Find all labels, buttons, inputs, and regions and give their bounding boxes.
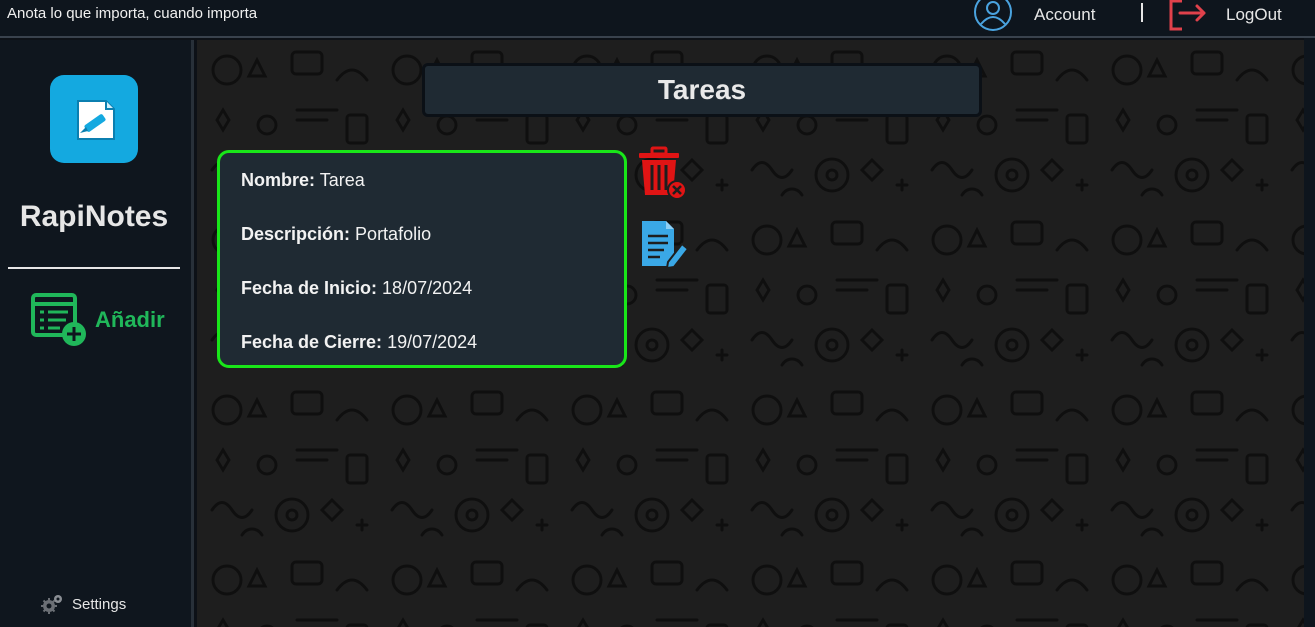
task-end-date-value: 19/07/2024 bbox=[387, 332, 478, 352]
task-description-value: Portafolio bbox=[355, 224, 432, 244]
task-end-date-label: Fecha de Cierre: bbox=[241, 332, 383, 352]
tagline: Anota lo que importa, cuando importa bbox=[7, 5, 258, 22]
gear-icon bbox=[41, 595, 62, 614]
task-description-label: Descripción: bbox=[241, 224, 351, 244]
task-description-row: Descripción: Portafolio bbox=[241, 224, 624, 278]
task-name-label: Nombre: bbox=[241, 170, 316, 190]
trash-icon[interactable] bbox=[635, 145, 687, 201]
page-title: Tareas bbox=[657, 74, 747, 105]
top-bar: Anota lo que importa, cuando importa Acc… bbox=[0, 0, 1315, 38]
add-button[interactable]: Añadir bbox=[30, 292, 165, 348]
user-circle-icon bbox=[974, 0, 1012, 31]
brand-name: RapiNotes bbox=[19, 200, 169, 233]
sidebar: RapiNotes Añadir Settings bbox=[0, 40, 194, 627]
add-list-icon bbox=[31, 293, 86, 346]
settings-label: Settings bbox=[72, 595, 127, 613]
edit-document-icon[interactable] bbox=[638, 218, 690, 270]
account-label: Account bbox=[1034, 5, 1096, 24]
note-logo-icon bbox=[50, 75, 138, 163]
task-name-value: Tarea bbox=[319, 170, 365, 190]
task-name-row: Nombre: Tarea bbox=[241, 170, 624, 224]
task-start-date-row: Fecha de Inicio: 18/07/2024 bbox=[241, 278, 624, 332]
task-start-date-label: Fecha de Inicio: bbox=[241, 278, 378, 298]
logout-label: LogOut bbox=[1226, 5, 1282, 24]
page-title-box: Tareas bbox=[422, 63, 982, 117]
task-start-date-value: 18/07/2024 bbox=[382, 278, 473, 298]
add-label: Añadir bbox=[95, 307, 165, 332]
logout-icon bbox=[1169, 0, 1206, 31]
scrollbar-track[interactable] bbox=[1304, 38, 1315, 627]
sidebar-divider bbox=[8, 267, 180, 269]
account-button[interactable]: Account bbox=[972, 0, 1096, 31]
task-card: Nombre: Tarea Descripción: Portafolio Fe… bbox=[217, 150, 627, 368]
settings-button[interactable]: Settings bbox=[40, 593, 126, 615]
logout-button[interactable]: LogOut bbox=[1168, 0, 1282, 31]
task-end-date-row: Fecha de Cierre: 19/07/2024 bbox=[241, 332, 624, 386]
note-logo-svg bbox=[77, 100, 115, 140]
main-content: Tareas Nombre: Tarea Descripción: Portaf… bbox=[197, 40, 1304, 627]
topbar-divider bbox=[1141, 3, 1143, 22]
